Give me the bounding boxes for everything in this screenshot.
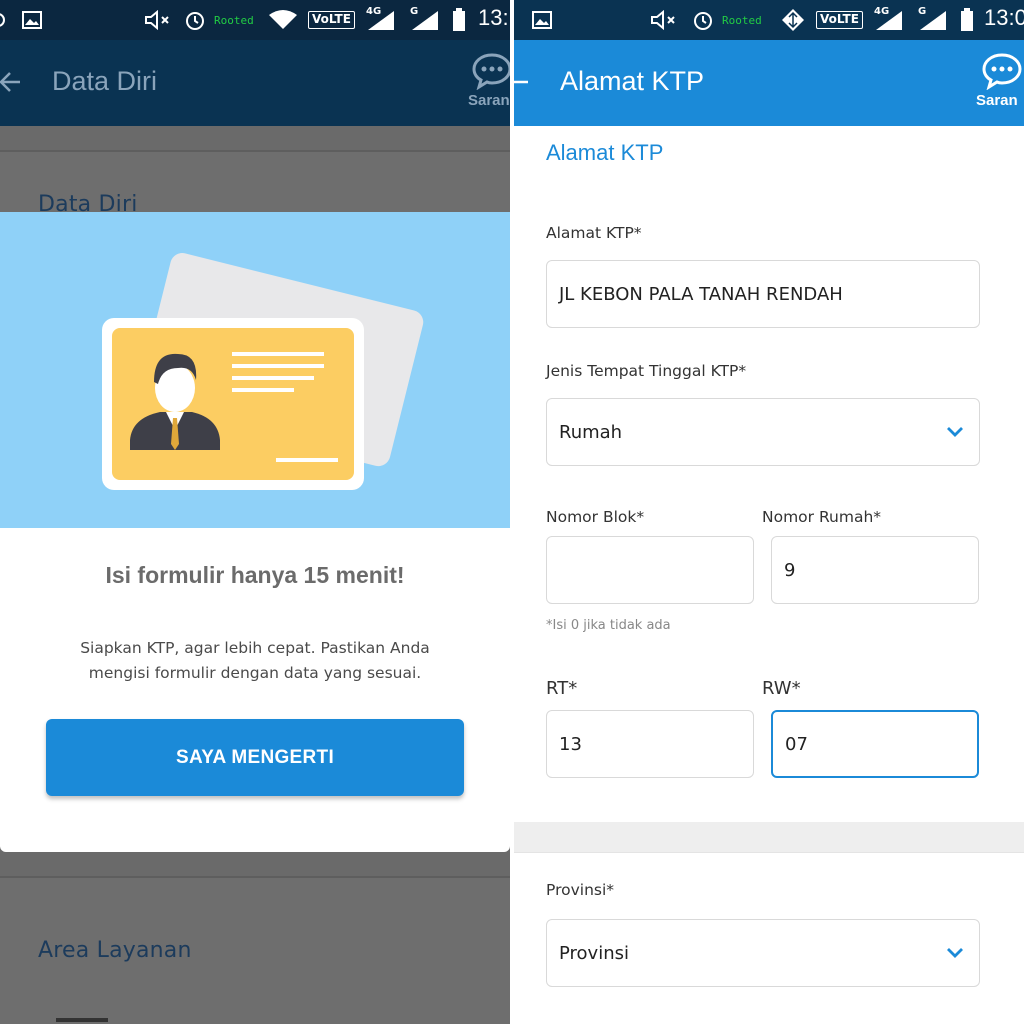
background-card-bottom: Area Layanan (0, 876, 510, 1024)
wifi-icon (268, 8, 298, 32)
signal-g-icon: G (918, 6, 948, 32)
volte-badge: VoLTE (308, 8, 355, 32)
modal-body: Siapkan KTP, agar lebih cepat. Pastikan … (40, 636, 470, 686)
status-bar: Rooted VoLTE 4G G 13:0 (514, 0, 1024, 40)
alamat-input[interactable]: JL KEBON PALA TANAH RENDAH (546, 260, 980, 328)
rw-input[interactable]: 07 (771, 710, 979, 778)
left-screen: Rooted VoLTE 4G G 13: Data Diri Saran Da… (0, 0, 510, 1024)
circle-icon (0, 8, 8, 32)
battery-icon (960, 8, 974, 32)
chat-bubble-icon[interactable] (982, 52, 1022, 94)
right-screen: Rooted VoLTE 4G G 13:0 Alamat KTP Saran … (514, 0, 1024, 1024)
signal-g-icon: G (410, 6, 440, 32)
chat-bubble-icon[interactable] (472, 52, 510, 94)
network-g-text: G (918, 6, 927, 17)
back-arrow-icon[interactable] (514, 68, 528, 100)
provinsi-value: Provinsi (559, 942, 629, 964)
page-title: Alamat KTP (560, 66, 705, 96)
jenis-tempat-value: Rumah (559, 421, 623, 443)
nomor-rumah-input[interactable]: 9 (771, 536, 979, 604)
modal-title: Isi formulir hanya 15 menit! (105, 562, 405, 588)
network-g-text: G (410, 6, 419, 17)
saya-mengerti-button[interactable]: SAYA MENGERTI (46, 719, 464, 796)
nomor-rumah-label: Nomor Rumah* (762, 508, 882, 526)
nomor-blok-input[interactable] (546, 536, 754, 604)
volte-badge: VoLTE (816, 8, 863, 32)
alarm-icon (184, 8, 206, 32)
jenis-tempat-select[interactable]: Rumah (546, 398, 980, 466)
modal-body-line-1: Siapkan KTP, agar lebih cepat. Pastikan … (80, 639, 430, 657)
network-4g-text: 4G (366, 6, 382, 17)
mute-icon (650, 8, 678, 32)
data-transfer-icon (780, 8, 806, 32)
chevron-down-icon (947, 948, 963, 958)
image-icon (532, 8, 552, 32)
image-icon (22, 8, 42, 32)
rooted-label: Rooted (214, 13, 254, 27)
rt-input[interactable]: 13 (546, 710, 754, 778)
back-arrow-icon[interactable] (0, 68, 24, 100)
modal-body-line-2: mengisi formulir dengan data yang sesuai… (88, 664, 422, 682)
volte-text: VoLTE (816, 11, 863, 29)
app-bar: Alamat KTP Saran (514, 40, 1024, 126)
rt-value: 13 (559, 733, 582, 755)
section-title-area-layanan: Area Layanan (38, 938, 192, 963)
info-modal: Isi formulir hanya 15 menit! Siapkan KTP… (0, 212, 510, 852)
nomor-rumah-value: 9 (784, 559, 796, 581)
chevron-down-icon (947, 427, 963, 437)
alarm-icon (692, 8, 714, 32)
provinsi-select[interactable]: Provinsi (546, 919, 980, 987)
mute-icon (144, 8, 172, 32)
provinsi-label: Provinsi* (546, 881, 615, 899)
modal-hero (0, 212, 510, 528)
rw-label: RW* (762, 678, 801, 699)
clock-time: 13: (478, 5, 509, 30)
page-title: Data Diri (52, 66, 158, 96)
jenis-tempat-label: Jenis Tempat Tinggal KTP* (546, 362, 747, 380)
network-4g-text: 4G (874, 6, 890, 17)
helper-hint: *Isi 0 jika tidak ada (546, 618, 671, 633)
section-title: Alamat KTP (546, 140, 664, 165)
background-card-top: Data Diri (0, 150, 510, 217)
alamat-value: JL KEBON PALA TANAH RENDAH (559, 283, 843, 305)
provinsi-card: Provinsi* Provinsi (514, 852, 1024, 1024)
signal-4g-icon: 4G (366, 6, 396, 32)
rw-value: 07 (785, 733, 808, 755)
signal-4g-icon: 4G (874, 6, 904, 32)
battery-icon (452, 8, 466, 32)
divider (56, 1018, 108, 1022)
nomor-blok-label: Nomor Blok* (546, 508, 645, 526)
volte-text: VoLTE (308, 11, 355, 29)
rooted-label: Rooted (722, 13, 762, 27)
screenshot-frame: Rooted VoLTE 4G G 13: Data Diri Saran Da… (0, 0, 1024, 1024)
app-bar: Data Diri Saran (0, 40, 510, 126)
alamat-ktp-card: Alamat KTP Alamat KTP* JL KEBON PALA TAN… (514, 126, 1024, 822)
clock-time: 13:0 (984, 5, 1024, 30)
status-bar: Rooted VoLTE 4G G 13: (0, 0, 510, 40)
saran-label[interactable]: Saran (468, 92, 510, 109)
id-card-illustration (102, 253, 424, 490)
rt-label: RT* (546, 678, 578, 699)
saran-label[interactable]: Saran (976, 92, 1018, 109)
alamat-label: Alamat KTP* (546, 224, 642, 242)
